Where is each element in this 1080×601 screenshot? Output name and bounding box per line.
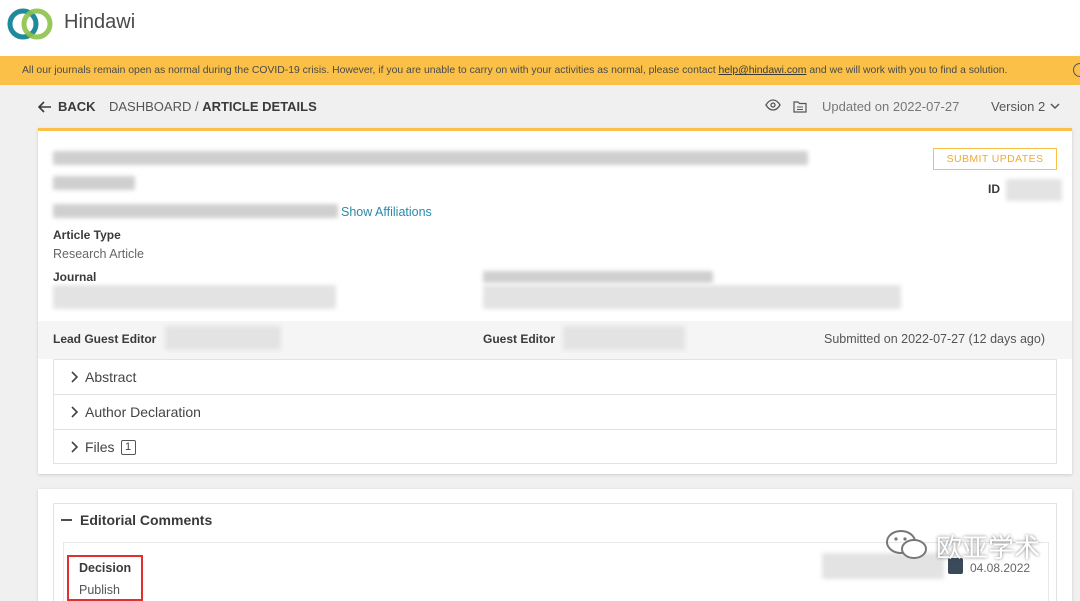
guest-editor-label: Guest Editor (483, 332, 556, 346)
chevron-right-icon (71, 371, 79, 383)
editorial-comments-title: Editorial Comments (80, 512, 213, 528)
submit-updates-button[interactable]: SUBMIT UPDATES (933, 148, 1057, 170)
decision-highlight: Decision Publish (67, 555, 143, 601)
minus-icon (61, 519, 72, 521)
abstract-label: Abstract (85, 369, 137, 385)
article-accordion: Abstract Author Declaration Files 1 (53, 359, 1057, 464)
eye-icon[interactable] (765, 99, 781, 111)
folder-icon[interactable] (793, 99, 807, 113)
id-label: ID (988, 182, 1000, 196)
blurred-section-top (483, 271, 713, 283)
breadcrumb-current: ARTICLE DETAILS (202, 99, 317, 114)
journal-label: Journal (53, 270, 97, 284)
blurred-lead-editor (165, 326, 281, 350)
editorial-comments-toggle[interactable]: Editorial Comments (61, 512, 212, 528)
blurred-title-line2 (53, 176, 135, 190)
files-label: Files (85, 439, 115, 455)
blurred-guest-editor (563, 326, 685, 350)
banner-text: All our journals remain open as normal d… (22, 65, 1008, 76)
back-arrow-icon (38, 100, 51, 113)
wechat-icon (886, 530, 927, 559)
submitted-date: Submitted on 2022-07-27 (12 days ago) (824, 332, 1045, 346)
breadcrumb: DASHBOARD / ARTICLE DETAILS (109, 99, 317, 114)
nav-row: BACK DASHBOARD / ARTICLE DETAILS Updated… (0, 85, 1080, 129)
lead-guest-editor-label: Lead Guest Editor (53, 332, 157, 346)
hindawi-logo-icon[interactable] (6, 6, 56, 42)
chevron-right-icon (71, 441, 79, 453)
article-type-value: Research Article (53, 247, 145, 261)
brand-name[interactable]: Hindawi (64, 11, 135, 34)
decision-value: Publish (79, 583, 120, 597)
blurred-journal (53, 285, 336, 309)
version-select[interactable]: Version 2 (991, 99, 1060, 114)
files-section[interactable]: Files 1 (54, 430, 1056, 465)
updated-date: Updated on 2022-07-27 (822, 99, 960, 114)
chevron-right-icon (71, 406, 79, 418)
top-bar: Hindawi (0, 0, 1080, 56)
back-button[interactable]: BACK (38, 99, 96, 114)
breadcrumb-dashboard[interactable]: DASHBOARD / (109, 99, 202, 114)
blurred-id (1006, 179, 1062, 201)
files-count-badge: 1 (120, 439, 136, 455)
watermark-text: 欧亚学术 (936, 534, 1041, 564)
banner-close-icon[interactable] (1073, 63, 1080, 77)
author-declaration-section[interactable]: Author Declaration (54, 395, 1056, 430)
covid-banner: All our journals remain open as normal d… (0, 56, 1080, 85)
help-email-link[interactable]: help@hindawi.com (719, 65, 807, 76)
article-details-card: SUBMIT UPDATES ID Show Affiliations Arti… (38, 128, 1072, 474)
show-affiliations-link[interactable]: Show Affiliations (341, 205, 432, 219)
abstract-section[interactable]: Abstract (54, 360, 1056, 395)
blurred-title (53, 151, 808, 165)
blurred-section (483, 285, 901, 309)
editors-row: Lead Guest Editor Guest Editor Submitted… (38, 321, 1072, 359)
author-declaration-label: Author Declaration (85, 404, 201, 420)
article-type-label: Article Type (53, 228, 121, 242)
decision-label: Decision (79, 561, 132, 575)
blurred-authors (53, 204, 338, 218)
chevron-down-icon (1050, 103, 1060, 110)
